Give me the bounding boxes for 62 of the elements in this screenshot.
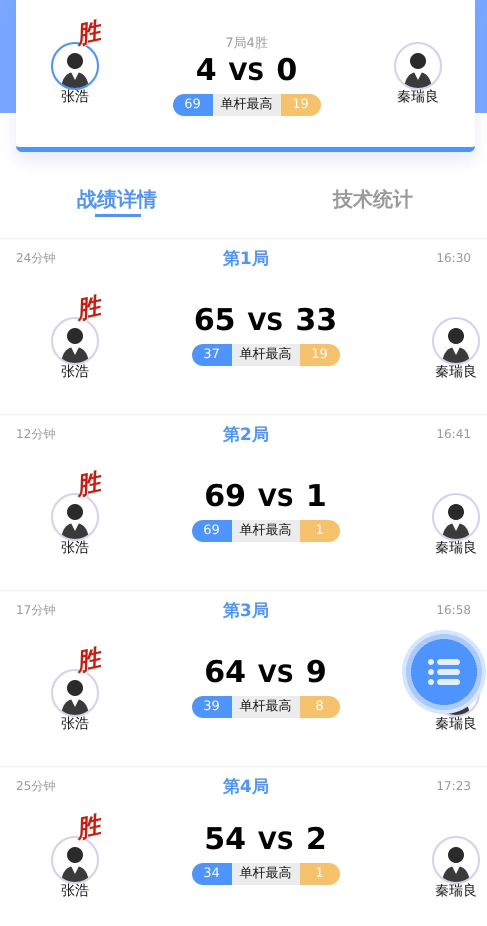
break-value: 8 bbox=[300, 696, 340, 718]
break-value: 69 bbox=[192, 520, 232, 542]
player-name: 张浩 bbox=[61, 882, 89, 900]
game-title: 第1局 bbox=[222, 248, 269, 270]
player-name: 张浩 bbox=[61, 538, 89, 556]
win-label: 胜 bbox=[74, 811, 102, 842]
win-label: 胜 bbox=[74, 468, 102, 499]
vs-label: VS bbox=[248, 307, 284, 338]
vs-label: VS bbox=[258, 659, 294, 690]
win-label: 胜 bbox=[74, 17, 102, 48]
break-label: 单杆最高 bbox=[212, 94, 280, 116]
game-duration: 12分钟 bbox=[16, 426, 56, 442]
game-duration: 24分钟 bbox=[16, 250, 56, 266]
game-title: 第2局 bbox=[222, 424, 269, 446]
player-name: 秦瑞良 bbox=[435, 362, 477, 380]
game-time: 17:23 bbox=[436, 779, 471, 793]
avatar-icon bbox=[432, 492, 480, 540]
game-duration: 25分钟 bbox=[16, 778, 56, 794]
score: 65 bbox=[194, 303, 236, 339]
break-value: 39 bbox=[192, 696, 232, 718]
player-name: 秦瑞良 bbox=[397, 88, 439, 106]
game-duration: 17分钟 bbox=[16, 602, 56, 618]
win-label: 胜 bbox=[74, 644, 102, 675]
break-value: 19 bbox=[280, 94, 320, 116]
game-time: 16:58 bbox=[436, 603, 471, 617]
game-title: 第3局 bbox=[222, 600, 269, 622]
player-name: 秦瑞良 bbox=[435, 538, 477, 556]
avatar-icon bbox=[432, 316, 480, 364]
score: 33 bbox=[295, 303, 338, 339]
win-label: 胜 bbox=[74, 292, 102, 323]
game-time: 16:30 bbox=[436, 251, 471, 265]
score: 64 bbox=[204, 655, 246, 691]
game-time: 16:41 bbox=[436, 427, 471, 441]
vs-label: VS bbox=[258, 483, 294, 514]
break-label: 单杆最高 bbox=[232, 863, 300, 885]
break-label: 单杆最高 bbox=[232, 520, 300, 542]
score: 4 bbox=[196, 53, 217, 89]
player-name: 张浩 bbox=[61, 362, 89, 380]
break-value: 69 bbox=[172, 94, 212, 116]
break-label: 单杆最高 bbox=[232, 696, 300, 718]
score: 1 bbox=[306, 479, 327, 515]
score: 0 bbox=[276, 53, 298, 89]
tab[interactable]: 技术统计 bbox=[333, 186, 413, 218]
vs-label: VS bbox=[258, 826, 294, 857]
player-name: 秦瑞良 bbox=[435, 714, 477, 732]
list-icon bbox=[428, 659, 460, 685]
break-value: 19 bbox=[300, 344, 340, 366]
score: 9 bbox=[306, 655, 327, 691]
score: 69 bbox=[204, 479, 246, 515]
score: 2 bbox=[306, 822, 327, 858]
avatar-icon bbox=[394, 42, 442, 90]
match-format: 7局4胜 bbox=[225, 35, 268, 53]
tab[interactable]: 战绩详情 bbox=[77, 186, 157, 218]
player-name: 张浩 bbox=[61, 714, 89, 732]
game-title: 第4局 bbox=[222, 776, 269, 798]
player-name: 张浩 bbox=[61, 88, 89, 106]
vs-label: VS bbox=[228, 57, 264, 88]
player-name: 秦瑞良 bbox=[435, 882, 477, 900]
break-value: 37 bbox=[192, 344, 232, 366]
break-value: 1 bbox=[300, 520, 340, 542]
break-label: 单杆最高 bbox=[232, 344, 300, 366]
score: 54 bbox=[204, 822, 246, 858]
